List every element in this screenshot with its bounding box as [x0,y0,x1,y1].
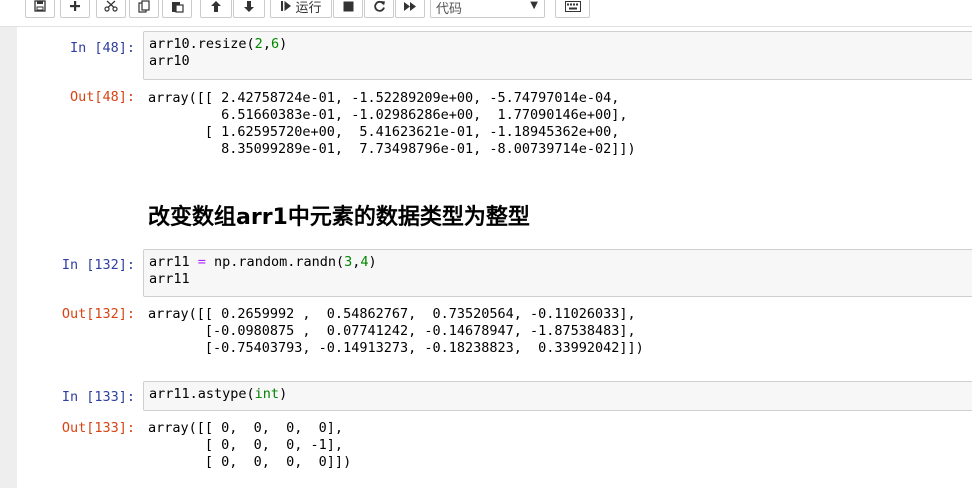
code-token: arr11 [149,271,190,287]
move-down-button[interactable] [233,0,265,18]
code-token: ) [279,36,288,52]
cell-type-select[interactable]: 代码 ▼ [430,0,545,18]
markdown-heading: 改变数组arr1中元素的数据类型为整型 [148,205,530,230]
restart-icon [373,0,385,12]
cut-icon [104,0,118,12]
code-number: 4 [360,254,369,270]
code-editor[interactable]: arr11.astype(int) [144,382,972,407]
code-token: np.random.randn( [205,254,345,270]
save-icon [34,0,46,12]
cut-button[interactable] [96,0,126,18]
code-number: 2 [254,36,263,52]
cell-type-value: 代码 [436,2,463,17]
copy-button[interactable] [129,0,159,18]
notebook-container: In [48]: arr10.resize(2,6) arr10 Out[48]… [0,27,972,488]
code-cell-input[interactable]: arr11.astype(int) [143,381,972,411]
run-button[interactable]: 运行 [270,0,332,18]
code-token: , [262,36,271,52]
code-editor[interactable]: arr10.resize(2,6) arr10 [144,32,972,74]
chevron-down-icon: ▼ [530,0,538,11]
code-token: arr11 [149,254,198,270]
arrow-up-icon [211,0,221,12]
code-number: 6 [270,36,280,52]
cell-output: array([[ 2.42758724e-01, -1.52289209e+00… [148,90,636,157]
cell-output: array([[ 0, 0, 0, 0], [ 0, 0, 0, -1], [ … [148,420,352,470]
arrow-down-icon [244,0,254,12]
output-prompt: Out[48]: [69,89,135,105]
insert-cell-button[interactable] [60,0,90,18]
save-button[interactable] [25,0,55,18]
code-cell-input[interactable]: arr11 = np.random.randn(3,4) arr11 [143,249,972,297]
run-all-button[interactable] [395,0,425,18]
code-operator: = [197,254,206,270]
code-number: 3 [344,254,353,270]
code-token: ) [368,254,377,270]
copy-icon [137,0,150,13]
move-up-button[interactable] [200,0,232,18]
output-prompt: Out[132]: [61,306,135,322]
input-prompt: In [48]: [69,40,135,56]
cell-output: array([[ 0.2659992 , 0.54862767, 0.73520… [148,306,644,356]
paste-icon [171,1,184,13]
input-prompt: In [132]: [61,257,135,273]
stop-button[interactable] [333,0,363,18]
code-token: ) [279,386,288,402]
paste-button[interactable] [162,0,192,18]
notebook-toolbar: 运行 代码 ▼ [0,0,972,27]
code-editor[interactable]: arr11 = np.random.randn(3,4) arr11 [144,250,972,292]
command-palette-button[interactable] [555,0,590,18]
output-prompt: Out[133]: [61,420,135,436]
keyboard-icon [564,0,581,12]
code-builtin: int [254,386,280,402]
code-token: arr11.astype( [149,386,255,402]
input-prompt: In [133]: [61,389,135,405]
restart-button[interactable] [364,0,394,18]
code-token: arr10.resize( [149,36,255,52]
code-cell-input[interactable]: arr10.resize(2,6) arr10 [143,31,972,80]
add-icon [70,1,80,11]
run-icon [281,1,292,11]
code-token: arr10 [149,53,190,69]
run-label: 运行 [295,0,322,16]
stop-icon [343,1,353,11]
fast-forward-icon [404,1,416,11]
